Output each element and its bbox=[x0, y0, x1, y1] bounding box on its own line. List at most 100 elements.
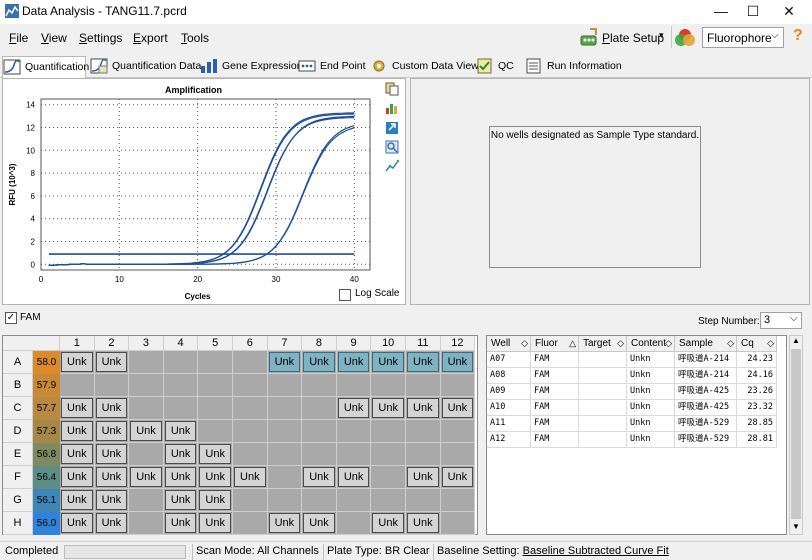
plate-well[interactable] bbox=[129, 489, 164, 512]
results-cell[interactable]: A09 bbox=[487, 384, 531, 400]
plate-well[interactable] bbox=[371, 466, 406, 489]
results-cell[interactable]: 28.81 bbox=[737, 432, 777, 448]
well-label[interactable]: Unk bbox=[95, 398, 128, 418]
well-label[interactable]: Unk bbox=[372, 398, 404, 418]
plate-row-header[interactable]: D bbox=[3, 420, 33, 443]
plate-well[interactable] bbox=[440, 374, 476, 397]
plate-well[interactable] bbox=[371, 374, 406, 397]
fluorophore-icon[interactable] bbox=[674, 27, 696, 47]
results-cell[interactable]: 24.16 bbox=[737, 368, 777, 384]
plate-well[interactable] bbox=[406, 489, 441, 512]
well-label[interactable]: Unk bbox=[130, 421, 162, 441]
plate-well[interactable] bbox=[440, 420, 476, 443]
scroll-up-icon[interactable]: ▲ bbox=[790, 336, 802, 348]
plate-well[interactable] bbox=[267, 443, 303, 466]
results-cell[interactable] bbox=[579, 384, 627, 400]
well-label[interactable]: Unk bbox=[337, 398, 370, 418]
plate-column-header[interactable]: 5 bbox=[198, 336, 233, 351]
well-label[interactable]: Unk bbox=[164, 467, 197, 487]
results-cell[interactable]: Unkn bbox=[627, 432, 675, 448]
results-cell[interactable]: FAM bbox=[531, 416, 579, 432]
plate-column-header[interactable]: 11 bbox=[406, 336, 441, 351]
plate-well[interactable] bbox=[440, 489, 476, 512]
plate-well[interactable] bbox=[163, 374, 199, 397]
well-label[interactable]: Unk bbox=[337, 352, 370, 372]
plate-well[interactable] bbox=[406, 420, 441, 443]
plate-well[interactable] bbox=[371, 443, 406, 466]
plate-well[interactable] bbox=[302, 443, 337, 466]
plate-well[interactable] bbox=[302, 374, 337, 397]
well-label[interactable]: Unk bbox=[303, 352, 335, 372]
results-cell[interactable]: Unkn bbox=[627, 352, 675, 368]
plate-well[interactable] bbox=[198, 397, 233, 420]
plate-well[interactable] bbox=[302, 420, 337, 443]
results-header-fluor[interactable]: Fluor △ bbox=[531, 336, 579, 352]
zoom-icon[interactable] bbox=[385, 140, 399, 154]
plate-well[interactable] bbox=[198, 374, 233, 397]
tab-quantification[interactable]: Quantification bbox=[2, 56, 89, 78]
plate-row-header[interactable]: F bbox=[3, 466, 33, 489]
tab-qc[interactable]: QC bbox=[476, 56, 520, 78]
well-label[interactable]: Unk bbox=[199, 513, 231, 533]
plate-well[interactable] bbox=[440, 512, 476, 535]
results-cell[interactable]: 呼吸道A-214 bbox=[675, 368, 737, 384]
results-cell[interactable] bbox=[579, 432, 627, 448]
results-cell[interactable]: FAM bbox=[531, 432, 579, 448]
well-label[interactable]: Unk bbox=[95, 490, 128, 510]
well-label[interactable]: Unk bbox=[303, 513, 335, 533]
trend-icon[interactable] bbox=[385, 159, 399, 173]
well-label[interactable]: Unk bbox=[61, 398, 93, 418]
well-label[interactable]: Unk bbox=[61, 352, 93, 372]
well-label[interactable]: Unk bbox=[61, 421, 93, 441]
well-label[interactable]: Unk bbox=[95, 421, 128, 441]
plate-well[interactable] bbox=[371, 420, 406, 443]
well-label[interactable]: Unk bbox=[61, 513, 93, 533]
tab-run-information[interactable]: Run Information bbox=[525, 56, 622, 78]
well-label[interactable]: Unk bbox=[407, 467, 439, 487]
results-cell[interactable] bbox=[579, 416, 627, 432]
plate-column-header[interactable]: 10 bbox=[371, 336, 406, 351]
well-label[interactable]: Unk bbox=[61, 444, 93, 464]
log-scale-checkbox[interactable] bbox=[339, 289, 351, 301]
well-label[interactable]: Unk bbox=[372, 352, 404, 372]
well-label[interactable]: Unk bbox=[337, 467, 370, 487]
results-cell[interactable]: 呼吸道A-425 bbox=[675, 400, 737, 416]
plate-well[interactable] bbox=[267, 420, 303, 443]
results-cell[interactable] bbox=[579, 400, 627, 416]
menu-file[interactable]: File bbox=[9, 31, 28, 45]
results-cell[interactable]: Unkn bbox=[627, 416, 675, 432]
plate-row-header[interactable]: H bbox=[3, 512, 33, 535]
results-cell[interactable]: 23.26 bbox=[737, 384, 777, 400]
plate-column-header[interactable]: 1 bbox=[60, 336, 95, 351]
plate-column-header[interactable]: 6 bbox=[233, 336, 268, 351]
fam-checkbox[interactable]: ✓ bbox=[5, 312, 17, 324]
menu-view[interactable]: View bbox=[41, 31, 67, 45]
plate-well[interactable] bbox=[233, 420, 268, 443]
plate-well[interactable] bbox=[440, 443, 476, 466]
plate-well[interactable] bbox=[198, 420, 233, 443]
plate-well[interactable] bbox=[233, 443, 268, 466]
plate-well[interactable] bbox=[267, 466, 303, 489]
results-cell[interactable]: 23.32 bbox=[737, 400, 777, 416]
export-chart-icon[interactable] bbox=[385, 121, 399, 135]
well-label[interactable]: Unk bbox=[61, 490, 93, 510]
plate-well[interactable] bbox=[233, 489, 268, 512]
tab-custom-data-view[interactable]: Custom Data View bbox=[370, 56, 479, 78]
plate-well[interactable] bbox=[163, 397, 199, 420]
results-cell[interactable] bbox=[579, 352, 627, 368]
well-label[interactable]: Unk bbox=[303, 467, 335, 487]
results-cell[interactable]: A11 bbox=[487, 416, 531, 432]
plate-well[interactable] bbox=[233, 512, 268, 535]
plate-row-header[interactable]: G bbox=[3, 489, 33, 512]
results-cell[interactable]: 呼吸道A-425 bbox=[675, 384, 737, 400]
well-label[interactable]: Unk bbox=[95, 513, 128, 533]
results-cell[interactable]: 呼吸道A-214 bbox=[675, 352, 737, 368]
plate-column-header[interactable]: 4 bbox=[163, 336, 199, 351]
results-cell[interactable]: Unkn bbox=[627, 368, 675, 384]
plate-well[interactable] bbox=[406, 374, 441, 397]
results-header-target[interactable]: Target ◇ bbox=[579, 336, 627, 352]
well-label[interactable]: Unk bbox=[407, 352, 439, 372]
well-label[interactable]: Unk bbox=[199, 490, 231, 510]
well-label[interactable]: Unk bbox=[407, 513, 439, 533]
plate-well[interactable] bbox=[267, 489, 303, 512]
